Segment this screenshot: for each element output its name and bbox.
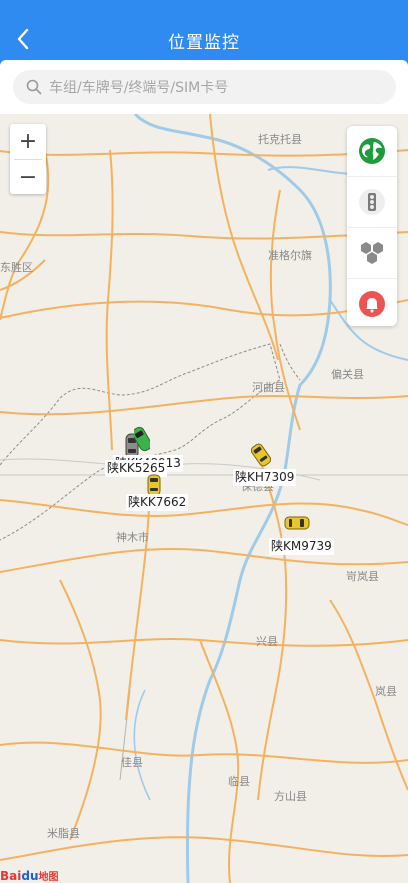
vehicle-plate-label[interactable]: 陕KH7309	[233, 469, 297, 486]
search-input[interactable]: 车组/车牌号/终端号/SIM卡号	[13, 70, 396, 104]
place-label-fangshan: 方山县	[274, 789, 307, 803]
cluster-button[interactable]	[347, 228, 397, 279]
hexagon-cluster-icon	[361, 242, 383, 264]
vehicle-plate-label[interactable]: 陕KK7662	[126, 494, 189, 511]
logo-text-du: du	[21, 869, 39, 883]
road	[199, 639, 240, 883]
place-label-shenmu: 神木市	[116, 530, 149, 544]
search-icon	[26, 79, 42, 95]
road	[0, 395, 408, 416]
traffic-button[interactable]	[347, 177, 397, 228]
road	[0, 548, 408, 573]
river	[133, 689, 151, 801]
zoom-in-button[interactable]: +	[10, 124, 46, 159]
vehicle-plate-label[interactable]: 陕KM9739	[269, 538, 334, 555]
place-label-pianguan: 偏关县	[331, 367, 364, 381]
logo-text-bai: Bai	[0, 869, 22, 883]
road	[0, 741, 408, 764]
map-toolbar	[347, 126, 397, 326]
road	[0, 637, 408, 647]
page-title: 位置监控	[168, 33, 240, 53]
search-panel: 车组/车牌号/终端号/SIM卡号	[0, 60, 408, 114]
search-placeholder: 车组/车牌号/终端号/SIM卡号	[49, 80, 229, 96]
road	[59, 579, 102, 841]
logo-text-map: 地图	[38, 872, 59, 883]
place-label-dongsheng: 东胜区	[0, 260, 33, 274]
zoom-out-button[interactable]: −	[10, 160, 46, 195]
baidu-map-logo: Baidu地图	[0, 868, 59, 883]
globe-icon	[359, 138, 385, 164]
road	[0, 499, 408, 526]
zoom-control: + −	[10, 124, 46, 194]
car-marker[interactable]	[134, 426, 150, 452]
road	[269, 189, 301, 431]
place-label-tuoketuo: 托克托县	[258, 132, 302, 146]
place-label-kelan: 岢岚县	[346, 570, 379, 583]
car-marker[interactable]	[283, 514, 311, 532]
alarm-bell-icon	[359, 291, 385, 317]
map-type-button[interactable]	[347, 126, 397, 177]
car-marker[interactable]	[251, 442, 271, 468]
place-label-hequ: 河曲县	[252, 381, 285, 394]
place-label-lan: 岚县	[375, 685, 397, 698]
place-label-xing: 兴县	[256, 635, 278, 648]
place-label-mizhi: 米脂县	[47, 826, 80, 840]
road	[0, 836, 408, 861]
place-label-zhungeer: 准格尔旗	[268, 248, 312, 262]
place-label-jia: 佳县	[121, 755, 143, 769]
traffic-light-icon	[359, 189, 385, 215]
alarm-button[interactable]	[347, 279, 397, 329]
road	[105, 149, 114, 451]
place-label-lin: 临县	[228, 774, 250, 788]
car-marker[interactable]	[146, 474, 162, 496]
